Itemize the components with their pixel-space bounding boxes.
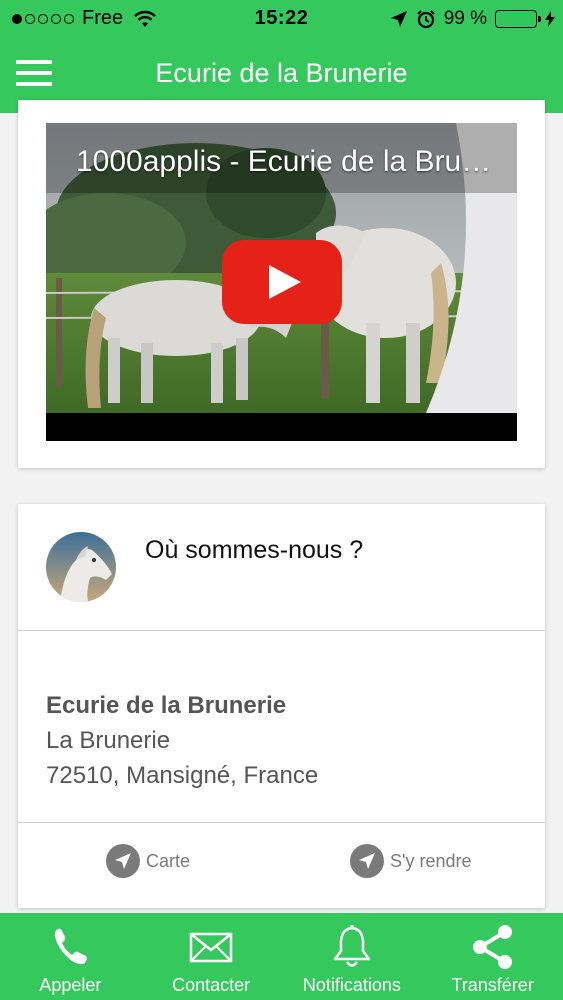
address-line-2: 72510, Mansigné, France [46,762,319,789]
map-button[interactable]: Carte [106,844,190,878]
tab-call-label: Appeler [39,975,102,995]
charging-bolt-icon [545,11,555,27]
location-arrow-icon [390,11,407,27]
tab-call[interactable]: Appeler [0,913,141,1000]
navigation-arrow-icon [106,844,140,878]
page-title: Ecurie de la Brunerie [155,58,408,88]
bell-icon [333,925,371,967]
avatar [46,532,116,602]
status-bar: Free 15:22 99 % [0,0,563,36]
address-block: Ecurie de la Brunerie La Brunerie 72510,… [46,688,318,793]
video-player[interactable]: 1000applis - Ecurie de la Bru… [46,123,517,441]
map-button-label: Carte [146,850,191,871]
tab-share-label: Transférer [451,975,534,995]
envelope-icon [189,932,233,963]
video-title: 1000applis - Ecurie de la Bru… [76,145,492,178]
battery-icon [495,10,541,28]
share-icon [472,925,512,969]
divider [18,630,545,631]
horse-avatar-image [46,532,116,602]
status-right: 99 % [390,8,555,30]
location-heading: Où sommes-nous ? [145,536,364,564]
tab-share[interactable]: Transférer [422,913,563,1000]
location-card: Où sommes-nous ? Ecurie de la Brunerie L… [18,504,545,908]
alarm-clock-icon [416,10,435,29]
bottom-tab-bar: Appeler Contacter Notifications Transfér… [0,913,563,1000]
youtube-play-icon[interactable] [222,240,342,324]
tab-contact-label: Contacter [172,975,251,995]
battery-percent: 99 % [443,8,487,29]
phone-icon [55,928,88,965]
video-card: 1000applis - Ecurie de la Bru… [18,100,545,468]
tab-notifications[interactable]: Notifications [282,913,423,1000]
directions-button-label: S'y rendre [390,850,472,871]
divider [18,822,545,823]
tab-contact[interactable]: Contacter [141,913,282,1000]
tab-notifications-label: Notifications [302,975,401,995]
directions-button[interactable]: S'y rendre [350,844,471,878]
address-line-1: La Brunerie [46,727,171,754]
navigation-arrow-icon [350,844,384,878]
business-name: Ecurie de la Brunerie [46,692,287,719]
